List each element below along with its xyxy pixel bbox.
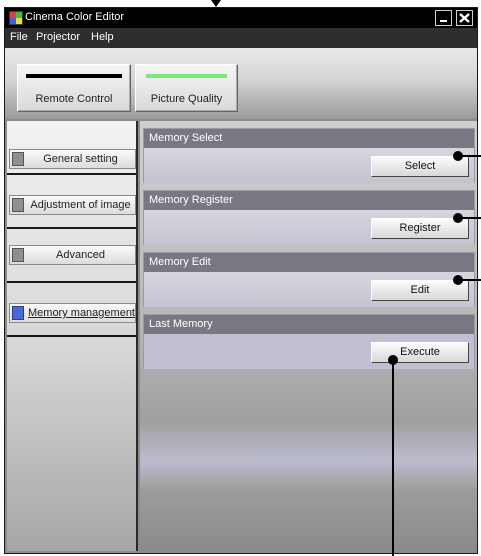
callout-line — [458, 155, 481, 157]
section-body: Select — [144, 148, 474, 183]
app-window: Cinema Color Editor File Projector Help … — [4, 7, 478, 554]
callout-line — [458, 279, 481, 281]
menu-file[interactable]: File — [10, 31, 28, 43]
picture-quality-label: Picture Quality — [150, 93, 223, 105]
minimize-icon — [440, 20, 447, 22]
memory-register-section: Memory Register Register — [143, 190, 475, 245]
menu-bar: File Projector Help — [5, 28, 477, 48]
close-button[interactable] — [456, 10, 473, 26]
sidebar-item-label: Memory management — [28, 307, 135, 319]
advanced-button[interactable]: Advanced — [9, 245, 136, 265]
callout-line — [458, 217, 481, 219]
remote-control-indicator — [26, 74, 122, 78]
window-title: Cinema Color Editor — [25, 11, 125, 23]
sidebar-item-advanced: Advanced — [7, 229, 136, 283]
memory-management-button[interactable]: Memory management — [9, 303, 136, 323]
sidebar-item-adjustment-of-image: Adjustment of image — [7, 175, 136, 229]
square-icon — [12, 248, 24, 262]
picture-quality-indicator — [146, 74, 227, 78]
section-body: Register — [144, 210, 474, 245]
title-bar: Cinema Color Editor — [5, 8, 477, 28]
section-body: Execute — [144, 334, 474, 369]
sidebar-item-label: Advanced — [56, 249, 105, 261]
square-icon — [12, 198, 24, 212]
remote-control-label: Remote Control — [35, 93, 113, 105]
menu-help[interactable]: Help — [91, 31, 114, 43]
last-memory-section: Last Memory Execute — [143, 314, 475, 369]
section-header: Memory Edit — [144, 253, 474, 272]
app-icon — [9, 11, 23, 25]
toolbar: Remote Control Picture Quality — [5, 48, 477, 119]
section-header: Memory Register — [144, 191, 474, 210]
close-icon — [459, 13, 470, 23]
remote-control-button[interactable]: Remote Control — [17, 64, 131, 112]
minimize-button[interactable] — [435, 10, 452, 26]
menu-projector[interactable]: Projector — [36, 31, 80, 43]
sidebar-item-general-setting: General setting — [7, 121, 136, 175]
main-content: Memory Select Select Memory Register Reg… — [140, 121, 477, 553]
sidebar-item-label: General setting — [43, 153, 118, 165]
selected-square-icon — [12, 306, 24, 320]
section-header: Last Memory — [144, 315, 474, 334]
section-body: Edit — [144, 272, 474, 307]
memory-edit-section: Memory Edit Edit — [143, 252, 475, 307]
general-setting-button[interactable]: General setting — [9, 149, 136, 169]
sidebar-item-label: Adjustment of image — [30, 199, 131, 211]
sidebar-item-memory-management: Memory management — [7, 283, 136, 337]
execute-button[interactable]: Execute — [371, 342, 469, 363]
callout-line — [392, 360, 394, 556]
memory-select-section: Memory Select Select — [143, 128, 475, 183]
section-header: Memory Select — [144, 129, 474, 148]
picture-quality-button[interactable]: Picture Quality — [135, 64, 238, 112]
sidebar: General setting Adjustment of image Adva… — [7, 121, 138, 551]
adjustment-of-image-button[interactable]: Adjustment of image — [9, 195, 136, 215]
square-icon — [12, 152, 24, 166]
